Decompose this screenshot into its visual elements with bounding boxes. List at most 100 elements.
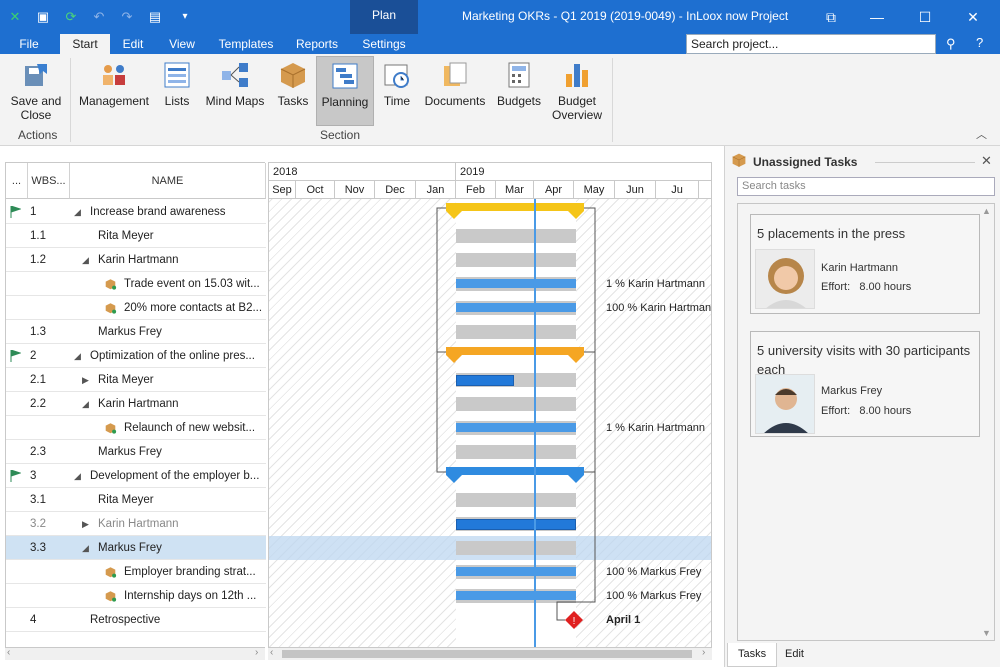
table-row[interactable]: 2.3 Markus Frey — [6, 440, 266, 464]
tab-start[interactable]: Start — [60, 34, 110, 54]
flag-icon — [10, 470, 21, 482]
save-and-close-button[interactable]: Save and Close — [8, 56, 64, 126]
avatar-man — [756, 375, 814, 433]
save-icon[interactable]: ▣ — [34, 8, 52, 26]
table-row[interactable]: 2.1 ▶ Rita Meyer — [6, 368, 266, 392]
table-row[interactable]: 1.1 Rita Meyer — [6, 224, 266, 248]
scroll-right-icon[interactable]: › — [255, 647, 258, 658]
mind-maps-label: Mind Maps — [205, 94, 265, 108]
tab-edit[interactable]: Edit — [114, 34, 152, 54]
tab-file[interactable]: File — [8, 34, 50, 54]
table-row[interactable]: 3.3 ◢ Markus Frey — [6, 536, 266, 560]
scroll-thumb[interactable] — [282, 650, 692, 658]
tab-reports[interactable]: Reports — [288, 34, 346, 54]
wbs-cell: 3 — [30, 470, 37, 482]
wbs-cell: 1.2 — [30, 254, 46, 266]
effort-value: 8.00 hours — [859, 281, 912, 293]
expand-icon[interactable]: ▶ — [82, 512, 89, 536]
table-row[interactable]: 3 ◢ Development of the employer b... — [6, 464, 266, 488]
column-header-wbs[interactable]: WBS... — [28, 163, 70, 199]
effort-label: Effort: — [821, 405, 851, 417]
task-name: Karin Hartmann — [98, 254, 179, 266]
search-project-input[interactable]: Search project... — [686, 34, 936, 54]
mind-maps-button[interactable]: Mind Maps — [204, 56, 266, 126]
expand-icon[interactable]: ▶ — [82, 368, 89, 392]
table-row[interactable]: 3.2 ▶ Karin Hartmann — [6, 512, 266, 536]
tab-view[interactable]: View — [160, 34, 204, 54]
close-button[interactable]: ✕ — [962, 6, 984, 28]
scroll-up-icon[interactable]: ▲ — [982, 206, 991, 216]
budget-overview-button[interactable]: Budget Overview — [550, 56, 604, 126]
table-row[interactable]: 3.1 Rita Meyer — [6, 488, 266, 512]
panel-tab-edit[interactable]: Edit — [775, 643, 814, 667]
close-panel-button[interactable]: ✕ — [981, 153, 992, 169]
documents-button[interactable]: Documents — [424, 56, 486, 126]
bar-label: 100 % Karin Hartmann — [606, 302, 712, 314]
grid-horizontal-scrollbar[interactable]: ‹ › — [5, 647, 265, 660]
table-row[interactable]: Relaunch of new websit... — [6, 416, 266, 440]
undo-icon[interactable]: ↶ — [90, 8, 108, 26]
collapse-icon[interactable]: ◢ — [82, 392, 89, 416]
contextual-tab-plan[interactable]: Plan — [350, 0, 418, 34]
minimize-button[interactable]: — — [866, 6, 888, 28]
planning-button[interactable]: Planning — [316, 56, 374, 126]
wbs-cell: 2.2 — [30, 398, 46, 410]
task-card[interactable]: 5 placements in the press Karin Hartmann… — [750, 214, 980, 314]
collapse-ribbon-icon[interactable]: ︿ — [976, 126, 987, 142]
redo-icon[interactable]: ↷ — [118, 8, 136, 26]
task-name: Markus Frey — [98, 446, 162, 458]
customize-qa-icon[interactable]: ▾ — [176, 8, 194, 26]
collapse-icon[interactable]: ◢ — [74, 344, 81, 368]
table-row[interactable]: 2 ◢ Optimization of the online pres... — [6, 344, 266, 368]
tasks-button[interactable]: Tasks — [274, 56, 312, 126]
table-row[interactable]: 2.2 ◢ Karin Hartmann — [6, 392, 266, 416]
tab-settings[interactable]: Settings — [354, 34, 414, 54]
table-row[interactable]: 1 ◢ Increase brand awareness — [6, 200, 266, 224]
task-name: Internship days on 12th ... — [124, 590, 257, 602]
refresh-icon[interactable]: ⟳ — [62, 8, 80, 26]
print-icon[interactable]: ▤ — [146, 8, 164, 26]
task-name: Rita Meyer — [98, 374, 154, 386]
task-name: Karin Hartmann — [98, 518, 179, 530]
table-row[interactable]: Internship days on 12th ... — [6, 584, 266, 608]
collapse-icon[interactable]: ◢ — [82, 248, 89, 272]
panel-tab-tasks[interactable]: Tasks — [727, 643, 778, 667]
table-row[interactable]: 1.3 Markus Frey — [6, 320, 266, 344]
time-icon — [384, 64, 409, 88]
scroll-left-icon[interactable]: ‹ — [7, 647, 10, 658]
collapse-icon[interactable]: ◢ — [82, 536, 89, 560]
wbs-cell: 1.1 — [30, 230, 46, 242]
bar-label: 100 % Markus Frey — [606, 590, 702, 602]
management-button[interactable]: Management — [78, 56, 150, 126]
gantt-horizontal-scrollbar[interactable]: ‹ › — [268, 647, 712, 660]
table-row[interactable]: 1.2 ◢ Karin Hartmann — [6, 248, 266, 272]
search-tasks-input[interactable]: Search tasks — [737, 177, 995, 196]
calculator-icon — [508, 62, 530, 88]
task-name: Rita Meyer — [98, 230, 154, 242]
maximize-button[interactable]: ☐ — [914, 6, 936, 28]
tab-templates[interactable]: Templates — [212, 34, 280, 54]
avatar-woman — [756, 250, 814, 308]
budgets-button[interactable]: Budgets — [494, 56, 544, 126]
wbs-cell: 3.3 — [30, 542, 46, 554]
management-label: Management — [78, 94, 150, 108]
group-label-actions: Actions — [18, 128, 58, 142]
package-icon — [105, 591, 117, 602]
scroll-left-icon[interactable]: ‹ — [270, 647, 273, 658]
column-header-more[interactable]: ... — [6, 163, 28, 199]
lists-button[interactable]: Lists — [158, 56, 196, 126]
help-icon[interactable]: ? — [976, 35, 983, 50]
scroll-down-icon[interactable]: ▼ — [982, 628, 991, 638]
restore-icon[interactable]: ⧉ — [820, 6, 842, 28]
collapse-icon[interactable]: ◢ — [74, 200, 81, 224]
table-row[interactable]: Employer branding strat... — [6, 560, 266, 584]
scroll-right-icon[interactable]: › — [702, 647, 705, 658]
table-row[interactable]: 20% more contacts at B2... — [6, 296, 266, 320]
column-header-name[interactable]: NAME — [70, 163, 266, 199]
search-icon[interactable]: ⚲ — [946, 36, 956, 52]
table-row[interactable]: Trade event on 15.03 wit... — [6, 272, 266, 296]
table-row[interactable]: 4 Retrospective — [6, 608, 266, 632]
task-card[interactable]: 5 university visits with 30 participants… — [750, 331, 980, 437]
collapse-icon[interactable]: ◢ — [74, 464, 81, 488]
time-button[interactable]: Time — [378, 56, 416, 126]
